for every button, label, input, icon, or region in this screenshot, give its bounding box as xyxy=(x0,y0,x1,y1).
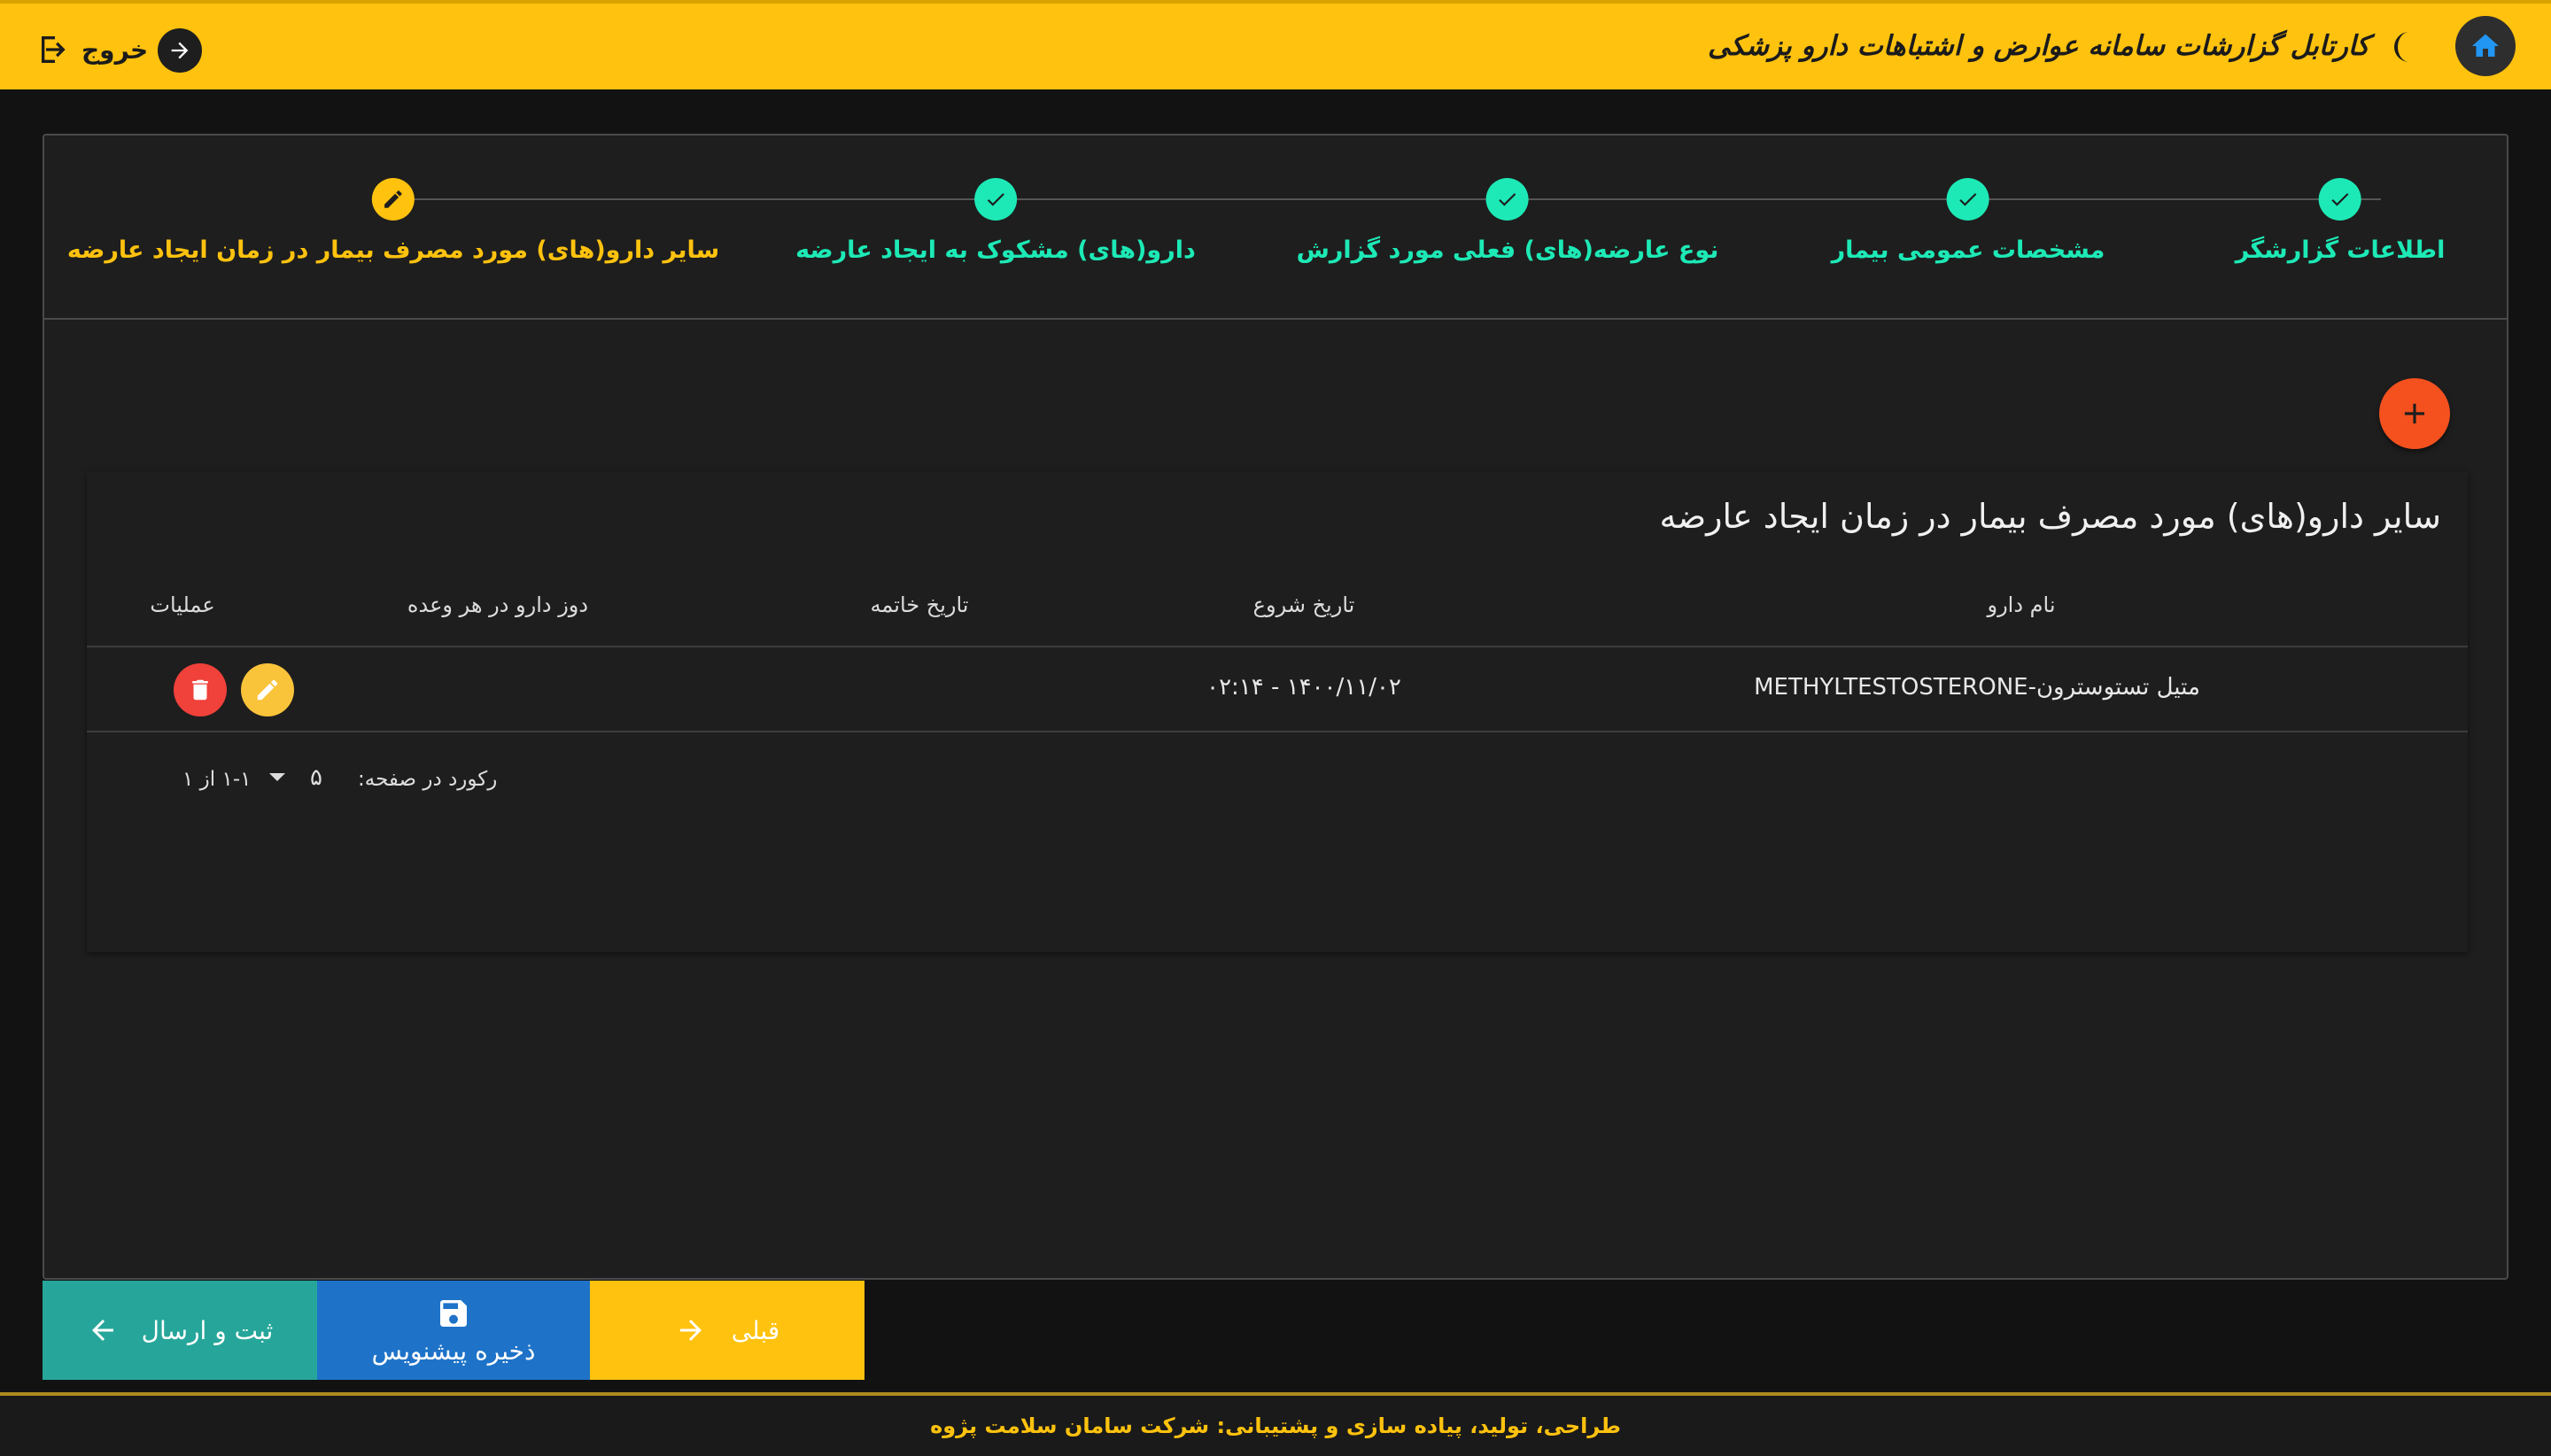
step-label: نوع عارضه(های) فعلی مورد گزارش xyxy=(1296,236,1719,264)
step-other-drugs[interactable]: سایر دارو(های) مورد مصرف بیمار در زمان ا… xyxy=(67,178,719,264)
step-reporter-info[interactable]: اطلاعات گزارشگر xyxy=(2235,178,2446,264)
step-patient-info[interactable]: مشخصات عمومی بیمار xyxy=(1832,178,2105,264)
logout-button[interactable]: خروج xyxy=(37,28,148,71)
footer: طراحی، تولید، پیاده سازی و پشتیبانی: شرک… xyxy=(0,1392,2551,1456)
logout-label: خروج xyxy=(81,35,149,65)
save-draft-label: ذخیره پیشنویس xyxy=(371,1336,536,1366)
column-header-drug-name[interactable]: نام دارو xyxy=(1987,592,2055,617)
step-label: مشخصات عمومی بیمار xyxy=(1831,236,2105,264)
pencil-icon xyxy=(257,679,278,701)
add-drug-button[interactable] xyxy=(2379,378,2450,449)
check-icon xyxy=(2319,178,2361,221)
check-icon xyxy=(1947,178,1989,221)
delete-row-button[interactable] xyxy=(174,663,227,716)
column-header-actions: عملیات xyxy=(150,592,215,617)
report-form-panel: اطلاعات گزارشگر مشخصات عمومی بیمار نوع ع… xyxy=(43,134,2508,1280)
table-pagination: رکورد در صفحه: ۵ ۱-۱ از ۱ xyxy=(87,732,2468,821)
rows-per-page-select[interactable]: ۵ xyxy=(268,764,322,791)
table-row: متیل تستوسترون-METHYLTESTOSTERONE ۱۴۰۰/۱… xyxy=(87,647,2468,732)
submit-button[interactable]: ثبت و ارسال xyxy=(43,1281,317,1380)
submit-label: ثبت و ارسال xyxy=(141,1315,274,1345)
logout-icon xyxy=(42,36,66,63)
step-label: سایر دارو(های) مورد مصرف بیمار در زمان ا… xyxy=(66,236,720,264)
save-icon xyxy=(440,1299,467,1327)
pagination-range: ۱-۱ از ۱ xyxy=(182,768,252,791)
top-app-bar: کارتابل گزارشات سامانه عوارض و اشتباهات … xyxy=(0,0,2551,89)
check-icon xyxy=(974,178,1017,221)
save-draft-button[interactable]: ذخیره پیشنویس xyxy=(317,1281,590,1380)
step-reaction-type[interactable]: نوع عارضه(های) فعلی مورد گزارش xyxy=(1296,178,1719,264)
trash-icon xyxy=(192,679,208,701)
edit-row-button[interactable] xyxy=(241,663,294,716)
previous-button[interactable]: قبلی xyxy=(590,1281,865,1380)
step-label: دارو(های) مشکوک به ایجاد عارضه xyxy=(795,236,1196,264)
moon-icon xyxy=(2394,32,2409,62)
app-title: کارتابل گزارشات سامانه عوارض و اشتباهات … xyxy=(1708,30,2369,62)
column-header-end-date[interactable]: تاریخ خاتمه xyxy=(871,592,969,617)
step-label: اطلاعات گزارشگر xyxy=(2235,236,2446,264)
pencil-icon xyxy=(371,178,415,221)
theme-toggle-button[interactable] xyxy=(2392,30,2422,64)
step-suspected-drugs[interactable]: دارو(های) مشکوک به ایجاد عارضه xyxy=(795,178,1196,264)
column-header-dose[interactable]: دوز دارو در هر وعده xyxy=(407,592,588,617)
cell-drug-name: متیل تستوسترون-METHYLTESTOSTERONE xyxy=(1754,674,2200,701)
chevron-down-icon xyxy=(269,773,285,781)
home-icon xyxy=(2472,34,2499,57)
rows-per-page-label: رکورد در صفحه: xyxy=(358,768,498,791)
previous-label: قبلی xyxy=(731,1315,780,1345)
check-icon xyxy=(1486,178,1529,221)
table-header: نام دارو تاریخ شروع تاریخ خاتمه دوز دارو… xyxy=(87,564,2468,647)
stepper: اطلاعات گزارشگر مشخصات عمومی بیمار نوع ع… xyxy=(44,136,2507,320)
arrow-right-icon xyxy=(679,1320,702,1341)
plus-icon xyxy=(2404,403,2425,424)
other-drugs-table: سایر دارو(های) مورد مصرف بیمار در زمان ا… xyxy=(87,472,2468,952)
table-title: سایر دارو(های) مورد مصرف بیمار در زمان ا… xyxy=(1659,497,2441,536)
footer-credits: طراحی، تولید، پیاده سازی و پشتیبانی: شرک… xyxy=(930,1413,1621,1438)
cell-start-date: ۱۴۰۰/۱۱/۰۲ - ۰۲:۱۴ xyxy=(1206,674,1401,701)
column-header-start-date[interactable]: تاریخ شروع xyxy=(1253,592,1355,617)
forward-button[interactable] xyxy=(158,28,202,73)
rows-per-page-value: ۵ xyxy=(310,764,322,791)
arrow-right-icon xyxy=(171,42,189,59)
home-button[interactable] xyxy=(2455,16,2516,76)
arrow-left-icon xyxy=(91,1320,113,1341)
